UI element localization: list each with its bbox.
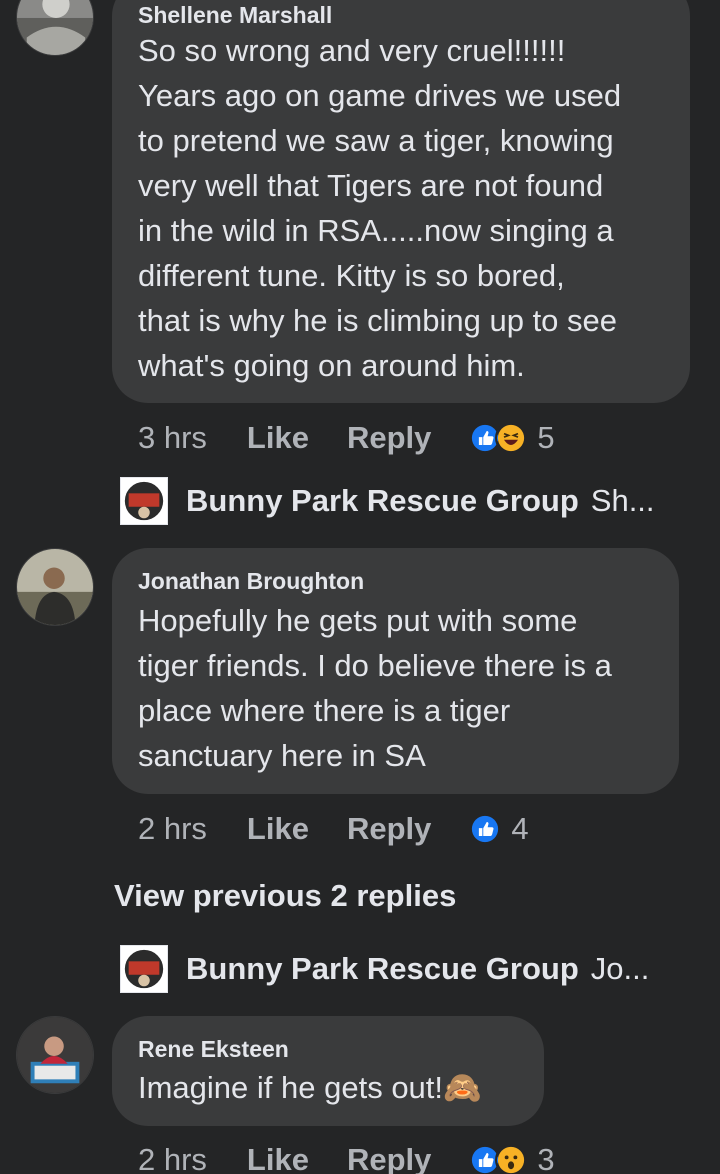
comment-text: So so wrong and very cruel!!!!!! Years a… [138,33,622,383]
page-reply-preview[interactable]: Bunny Park Rescue Group Jo... [120,944,649,994]
comment-time[interactable]: 2 hrs [138,1142,207,1174]
page-name[interactable]: Bunny Park Rescue Group [186,951,579,987]
haha-reaction-icon [495,422,528,454]
comment-meta: 3 hrs Like Reply 5 [138,418,555,458]
comment-time[interactable]: 2 hrs [138,811,207,847]
reactions-summary[interactable] [469,813,502,845]
view-previous-replies-link[interactable]: View previous 2 replies [114,878,456,914]
like-button[interactable]: Like [247,420,309,456]
reactions-summary[interactable] [469,1144,528,1174]
wow-reaction-icon [495,1144,528,1174]
like-button[interactable]: Like [247,1142,309,1174]
reaction-count: 5 [537,420,555,455]
comment-author[interactable]: Jonathan Broughton [138,568,364,595]
comment-author[interactable]: Shellene Marshall [138,2,332,29]
reply-snippet: Sh... [590,483,655,518]
page-name[interactable]: Bunny Park Rescue Group [186,483,579,519]
page-avatar[interactable] [120,477,168,525]
page-reply-preview[interactable]: Bunny Park Rescue Group Sh... [120,476,655,526]
reaction-count: 4 [511,811,529,846]
comment-author[interactable]: Rene Eksteen [138,1036,289,1063]
reply-snippet: Jo... [590,951,650,986]
reply-button[interactable]: Reply [347,420,431,456]
comment-bubble: Shellene Marshall So so wrong and very c… [112,0,690,403]
comment-meta: 2 hrs Like Reply 3 [138,1140,555,1174]
comment-meta: 2 hrs Like Reply 4 [138,809,529,849]
commenter-avatar[interactable] [16,548,94,626]
commenter-avatar[interactable] [16,0,94,56]
reaction-count: 3 [537,1142,555,1174]
comment-time[interactable]: 3 hrs [138,420,207,456]
like-button[interactable]: Like [247,811,309,847]
comment-bubble: Rene Eksteen Imagine if he gets out!🙈 [112,1016,544,1126]
commenter-avatar[interactable] [16,1016,94,1094]
reply-button[interactable]: Reply [347,811,431,847]
page-avatar[interactable] [120,945,168,993]
reply-button[interactable]: Reply [347,1142,431,1174]
comment-text: Hopefully he gets put with some tiger fr… [138,603,612,773]
reactions-summary[interactable] [469,422,528,454]
comment-bubble: Jonathan Broughton Hopefully he gets put… [112,548,679,794]
comment-text: Imagine if he gets out!🙈 [138,1070,482,1105]
like-reaction-icon [469,813,502,845]
